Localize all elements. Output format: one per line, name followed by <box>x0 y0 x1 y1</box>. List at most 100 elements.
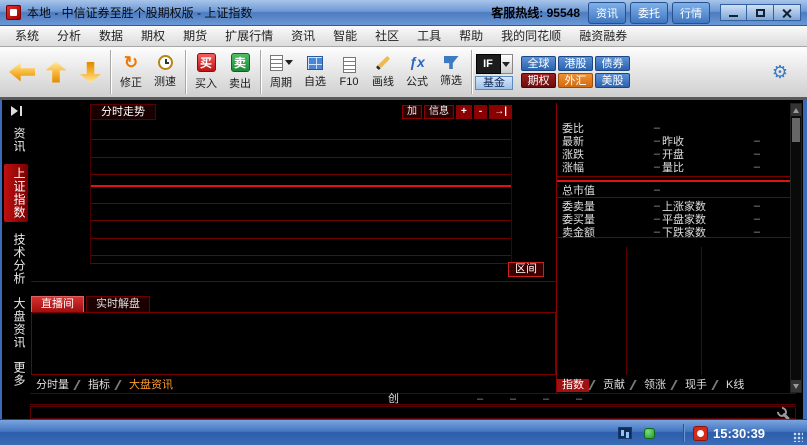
quote-row-weibi[interactable]: 委比 – <box>557 120 790 133</box>
up-arrow-icon <box>46 62 67 83</box>
resize-grip[interactable] <box>793 432 803 442</box>
tab-live-room[interactable]: 直播间 <box>31 296 84 313</box>
period-button[interactable]: 周期 <box>264 49 298 95</box>
sidebar-collapse-button[interactable] <box>11 106 22 116</box>
tab-market-news[interactable]: 大盘资讯 <box>124 379 178 392</box>
quote-label: 总市值 <box>562 182 608 198</box>
down-button[interactable] <box>73 49 107 95</box>
market-options-button[interactable]: 期权 <box>521 73 556 88</box>
clock-time: 15:30:39 <box>713 426 765 441</box>
ticker-placeholder: – <box>510 394 516 405</box>
add-button[interactable]: 加 <box>402 105 422 119</box>
scrollbar-thumb[interactable] <box>792 118 800 142</box>
sell-label: 卖出 <box>229 75 251 91</box>
tab-kline[interactable]: K线 <box>721 379 749 392</box>
trade-entrust-button[interactable]: 委托 <box>630 2 668 24</box>
market-hk-button[interactable]: 港股 <box>558 56 593 71</box>
speed-test-button[interactable]: 测速 <box>148 49 182 95</box>
market-us-button[interactable]: 美股 <box>595 73 630 88</box>
quote-row-sell-amount[interactable]: 卖金额 – 下跌家数 – <box>557 224 790 237</box>
quote-row-ask-volume[interactable]: 委卖量 – 上涨家数 – <box>557 198 790 211</box>
buy-button[interactable]: 买 买入 <box>189 49 223 95</box>
zoom-out-button[interactable]: - <box>474 105 487 119</box>
formula-button[interactable]: ƒx 公式 <box>400 49 434 95</box>
close-icon <box>782 8 792 18</box>
tab-leading-gainers[interactable]: 领涨 <box>639 379 671 392</box>
market-global-button[interactable]: 全球 <box>521 56 556 71</box>
draw-label: 画线 <box>372 73 394 89</box>
menu-system[interactable]: 系统 <box>6 26 48 46</box>
menu-community[interactable]: 社区 <box>366 26 408 46</box>
menu-extended-quotes[interactable]: 扩展行情 <box>216 26 282 46</box>
quote-value: – <box>724 226 760 238</box>
tab-realtime-commentary[interactable]: 实时解盘 <box>86 296 150 313</box>
title-bar: 本地 - 中信证券至胜个股期权版 - 上证指数 客服热线: 95548 资讯 委… <box>0 0 807 26</box>
f10-button[interactable]: F10 <box>332 49 366 95</box>
tab-intraday-volume[interactable]: 分时量 <box>31 379 74 392</box>
fund-button[interactable]: IF 基金 <box>475 49 513 95</box>
quote-value: – <box>724 135 760 147</box>
fix-button[interactable]: ↻ 修正 <box>114 49 148 95</box>
maximize-button[interactable] <box>747 4 774 21</box>
sidebar-item-news[interactable]: 资讯 <box>4 124 28 156</box>
close-button[interactable] <box>774 4 801 21</box>
zoom-in-button[interactable]: + <box>456 105 472 119</box>
sidebar-item-technical-analysis[interactable]: 技术分析 <box>4 230 28 288</box>
market-forex-button[interactable]: 外汇 <box>558 73 593 88</box>
fix-label: 修正 <box>120 74 142 90</box>
statusbar-divider <box>683 424 684 442</box>
sidebar-item-market-news[interactable]: 大盘资讯 <box>4 294 28 352</box>
sell-button[interactable]: 卖 卖出 <box>223 49 257 95</box>
tab-contribution[interactable]: 贡献 <box>598 379 630 392</box>
down-arrow-icon <box>80 62 101 83</box>
connection-status-icon[interactable] <box>644 428 655 439</box>
sidebar-item-more[interactable]: 更多 <box>4 358 28 390</box>
scroll-down-button[interactable] <box>791 380 801 392</box>
draw-line-button[interactable]: 画线 <box>366 49 400 95</box>
quote-row-bid-volume[interactable]: 委买量 – 平盘家数 – <box>557 211 790 224</box>
menu-data[interactable]: 数据 <box>90 26 132 46</box>
back-button[interactable] <box>5 49 39 95</box>
quote-scrollbar[interactable] <box>790 103 802 393</box>
up-button[interactable] <box>39 49 73 95</box>
quote-row-market-cap[interactable]: 总市值 – <box>557 182 790 198</box>
info-button[interactable]: 信息 <box>424 105 454 119</box>
timer-clock-icon <box>693 426 708 441</box>
quote-row-change-pct[interactable]: 涨幅 – 量比 – <box>557 159 790 172</box>
chart-gridline <box>91 255 511 256</box>
range-button[interactable]: 区间 <box>508 262 544 277</box>
minimize-button[interactable] <box>720 4 747 21</box>
tab-current-volume[interactable]: 现手 <box>680 379 712 392</box>
market-switcher: 全球 港股 债券 期权 外汇 美股 <box>521 56 630 88</box>
menu-futures[interactable]: 期货 <box>174 26 216 46</box>
quotes-button[interactable]: 行情 <box>672 2 710 24</box>
tab-indicators[interactable]: 指标 <box>83 379 115 392</box>
quote-table: 委比 – 最新 – 昨收 – 涨跌 – 开盘 – 涨幅 – 量比 – <box>557 103 790 238</box>
tab-index[interactable]: 指数 <box>557 379 589 392</box>
tab-intraday-chart[interactable]: 分时走势 <box>90 104 156 120</box>
menu-analysis[interactable]: 分析 <box>48 26 90 46</box>
news-button[interactable]: 资讯 <box>588 2 626 24</box>
monitor-icon[interactable] <box>618 427 632 439</box>
quote-row-latest[interactable]: 最新 – 昨收 – <box>557 133 790 146</box>
market-bonds-button[interactable]: 债券 <box>595 56 630 71</box>
sidebar-item-shanghai-index[interactable]: 上证指数 <box>4 164 28 222</box>
status-bar: 15:30:39 <box>0 419 807 445</box>
jump-end-button[interactable]: →| <box>489 105 512 119</box>
menu-options[interactable]: 期权 <box>132 26 174 46</box>
wrench-icon[interactable] <box>777 407 790 419</box>
intraday-chart-area[interactable] <box>90 120 512 264</box>
scroll-up-button[interactable] <box>791 104 801 116</box>
menu-news[interactable]: 资讯 <box>282 26 324 46</box>
menu-smart[interactable]: 智能 <box>324 26 366 46</box>
quote-row-change[interactable]: 涨跌 – 开盘 – <box>557 146 790 159</box>
settings-gear-icon[interactable]: ⚙ <box>772 62 788 83</box>
toolbar-separator <box>260 50 261 94</box>
menu-help[interactable]: 帮助 <box>450 26 492 46</box>
filter-button[interactable]: 筛选 <box>434 49 468 95</box>
menu-my-ths[interactable]: 我的同花顺 <box>492 26 570 46</box>
watchlist-button[interactable]: 自选 <box>298 49 332 95</box>
menu-margin-trading[interactable]: 融资融券 <box>570 26 636 46</box>
menu-tools[interactable]: 工具 <box>408 26 450 46</box>
fund-dropdown-button[interactable] <box>501 54 513 74</box>
